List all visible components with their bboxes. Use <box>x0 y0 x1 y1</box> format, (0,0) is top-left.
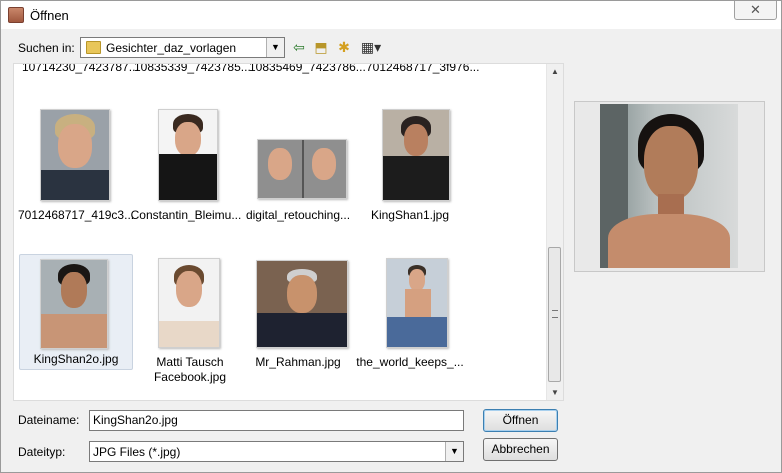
list-item[interactable]: 10714230_7423787... <box>22 64 139 74</box>
file-name: Constantin_Bleimu... <box>130 208 242 222</box>
thumbnail <box>386 258 448 348</box>
list-item[interactable]: KingShan1.jpg <box>354 104 466 228</box>
filetype-select[interactable]: JPG Files (*.jpg) ▼ <box>89 441 464 462</box>
lookin-combo[interactable]: Gesichter_daz_vorlagen ▼ <box>80 37 285 58</box>
file-name: Mr_Rahman.jpg <box>255 355 341 369</box>
filename-field[interactable]: KingShan2o.jpg <box>89 410 464 431</box>
lookin-value: Gesichter_daz_vorlagen <box>106 41 237 55</box>
file-name: digital_retouching... <box>245 208 351 222</box>
up-folder-icon[interactable]: ⬒ <box>311 37 331 57</box>
close-button[interactable]: ✕ <box>734 1 777 20</box>
list-item[interactable]: 7012468717_419c3... <box>18 104 135 228</box>
new-folder-icon[interactable]: ✱ <box>334 37 354 57</box>
scroll-up-icon[interactable]: ▲ <box>547 67 563 76</box>
title-bar: Öffnen ✕ <box>1 1 781 29</box>
lookin-label: Suchen in: <box>18 41 75 55</box>
thumbnail <box>382 109 450 201</box>
list-item[interactable]: digital_retouching... <box>242 104 354 228</box>
vertical-scrollbar[interactable]: ▲ ▼ <box>546 64 563 400</box>
open-button[interactable]: Öffnen <box>483 409 558 432</box>
preview-image <box>600 104 738 268</box>
window-title: Öffnen <box>30 8 69 23</box>
thumbnail <box>257 139 347 199</box>
thumbnail <box>158 258 220 348</box>
file-name: Matti Tausch <box>156 355 224 369</box>
file-name: KingShan2o.jpg <box>33 352 119 366</box>
scrollbar-thumb[interactable] <box>548 247 561 382</box>
list-item[interactable]: the_world_keeps_... <box>354 254 466 378</box>
file-name-line-2: Facebook.jpg <box>153 370 227 384</box>
list-item[interactable]: Constantin_Bleimu... <box>130 104 242 228</box>
list-item[interactable]: Matti Tausch Facebook.jpg <box>134 254 246 384</box>
list-item[interactable]: 7012468717_3f976... <box>366 64 479 74</box>
open-dialog: Öffnen ✕ Suchen in: Gesichter_daz_vorlag… <box>0 0 782 473</box>
thumbnail <box>158 109 218 201</box>
thumbnail <box>256 260 348 348</box>
filetype-value: JPG Files (*.jpg) <box>93 445 181 459</box>
list-item[interactable]: 10835339_7423785... <box>134 64 251 74</box>
chevron-down-icon[interactable]: ▼ <box>266 38 284 57</box>
file-list[interactable]: 10714230_7423787... 10835339_7423785... … <box>13 63 564 401</box>
file-name: the_world_keeps_... <box>356 355 464 369</box>
thumbnail <box>40 109 110 201</box>
back-arrow-icon[interactable]: ⇦ <box>289 37 309 57</box>
app-icon <box>8 7 24 23</box>
cancel-button[interactable]: Abbrechen <box>483 438 558 461</box>
file-name: 7012468717_419c3... <box>18 208 135 222</box>
list-item[interactable]: KingShan2o.jpg <box>19 254 133 370</box>
view-menu-icon[interactable]: ▦▾ <box>358 37 384 57</box>
filetype-label: Dateityp: <box>18 445 66 459</box>
image-preview <box>574 101 765 272</box>
thumbnail <box>40 259 108 349</box>
filename-label: Dateiname: <box>18 413 80 427</box>
grip-icon <box>552 310 558 318</box>
list-item[interactable]: 10835469_7423786... <box>249 64 366 74</box>
list-item[interactable]: Mr_Rahman.jpg <box>242 254 354 378</box>
chevron-down-icon[interactable]: ▼ <box>445 442 463 461</box>
file-name: KingShan1.jpg <box>370 208 450 222</box>
folder-icon <box>86 41 101 54</box>
scroll-down-icon[interactable]: ▼ <box>547 388 563 397</box>
